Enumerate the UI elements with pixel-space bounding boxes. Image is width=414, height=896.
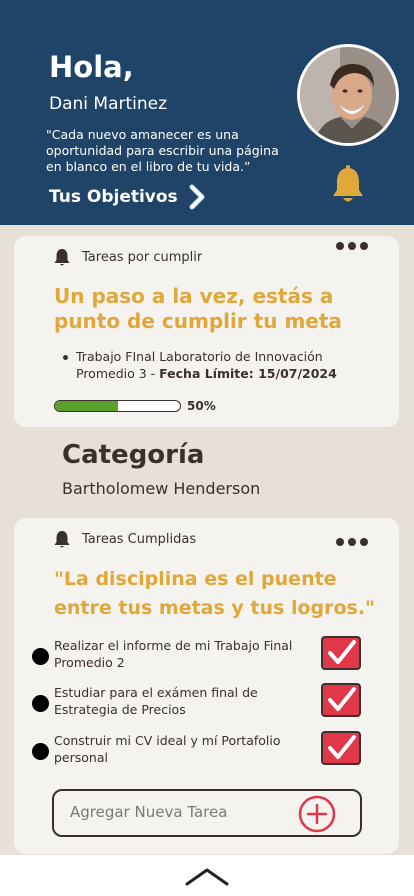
greeting: Hola, [49, 50, 134, 84]
pending-tasks-card: Tareas por cumplir Un paso a la vez, est… [14, 236, 399, 427]
bell-icon [54, 531, 70, 548]
more-options-button[interactable] [336, 538, 368, 546]
progress-bar [54, 400, 181, 412]
header: Hola, Dani Martinez "Cada nuevo amanecer… [0, 0, 414, 225]
progress-percentage: 50% [187, 399, 216, 413]
completed-task-text: Construir mi CV ideal y mí Portafolio pe… [54, 733, 281, 765]
progress-bar-fill [55, 401, 118, 411]
pending-tasks-label: Tareas por cumplir [52, 247, 202, 267]
user-name: Dani Martinez [49, 94, 168, 114]
bottom-bar [0, 855, 414, 896]
completed-task-row[interactable]: Realizar el informe de mi Trabajo Final … [32, 636, 382, 676]
bullet-dot [32, 743, 49, 760]
bullet-dot [32, 648, 49, 665]
pending-headline: Un paso a la vez, estás a punto de cumpl… [54, 284, 342, 333]
completed-task-text: Realizar el informe de mi Trabajo Final … [54, 638, 293, 670]
completed-task-row[interactable]: Construir mi CV ideal y mí Portafolio pe… [32, 731, 382, 771]
completed-task-row[interactable]: Estudiar para el exámen final de Estrate… [32, 683, 382, 723]
avatar[interactable] [297, 44, 399, 146]
chevron-right-icon [189, 184, 205, 210]
completed-task-text: Estudiar para el exámen final de Estrate… [54, 685, 258, 717]
add-task-field [52, 789, 362, 837]
bullet-dot [32, 695, 49, 712]
checkbox-checked-icon[interactable] [321, 683, 361, 717]
goals-link-label: Tus Objetivos [49, 187, 178, 207]
checkbox-checked-icon[interactable] [321, 731, 361, 765]
more-options-button[interactable] [336, 242, 368, 250]
notification-bell-icon[interactable] [330, 165, 366, 205]
pending-task-item[interactable]: Trabajo FInal Laboratorio de Innovación … [63, 348, 346, 382]
bell-icon [54, 249, 70, 266]
category-title: Categoría [62, 440, 205, 470]
profile-photo [300, 47, 396, 143]
checkbox-checked-icon[interactable] [321, 636, 361, 670]
add-task-input[interactable] [70, 803, 290, 821]
pending-task-deadline: Fecha Límite: 15/07/2024 [159, 366, 337, 381]
completed-headline: "La disciplina es el puente entre tus me… [54, 568, 375, 619]
add-circle-icon[interactable] [298, 795, 336, 833]
pending-tasks-label-text: Tareas por cumplir [82, 249, 203, 265]
completed-tasks-card: Tareas Cumplidas "La disciplina es el pu… [14, 518, 399, 854]
motivational-quote: "Cada nuevo amanecer es una oportunidad … [46, 127, 279, 174]
goals-link[interactable]: Tus Objetivos [49, 184, 208, 210]
completed-tasks-label-text: Tareas Cumplidas [82, 531, 197, 547]
completed-tasks-label: Tareas Cumplidas [52, 529, 196, 549]
chevron-up-icon[interactable] [184, 865, 230, 887]
category-subtitle: Bartholomew Henderson [62, 479, 261, 498]
